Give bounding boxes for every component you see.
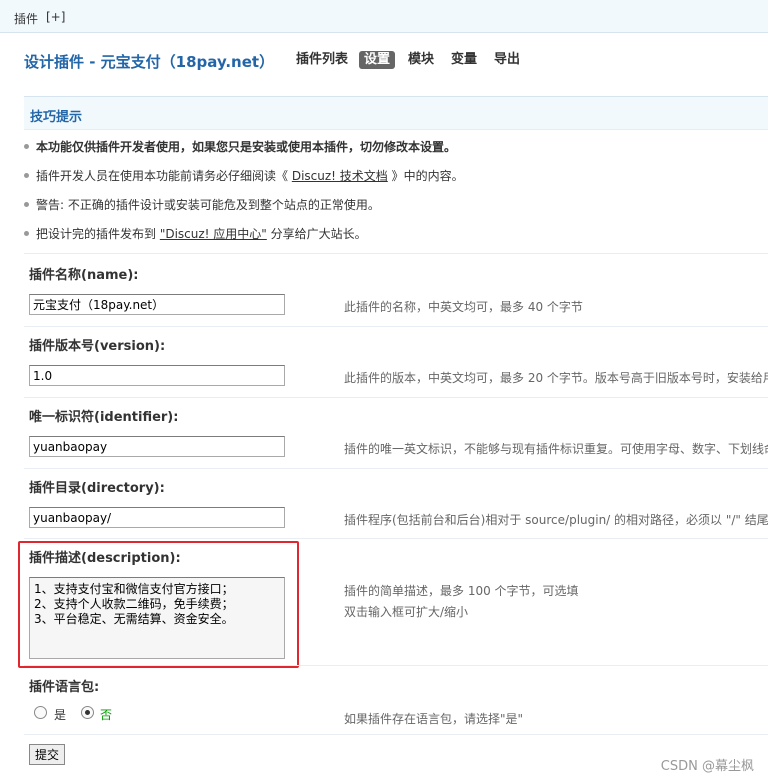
nav-plugin-list[interactable]: 插件列表 bbox=[296, 51, 348, 69]
app-center-link[interactable]: "Discuz! 应用中心" bbox=[160, 227, 267, 241]
langpack-no-radio[interactable] bbox=[81, 706, 94, 719]
tip-item-2: 插件开发人员在使用本功能前请务必仔细阅读《 Discuz! 技术文档 》中的内容… bbox=[24, 169, 464, 183]
nav-export[interactable]: 导出 bbox=[494, 51, 520, 69]
identifier-label: 唯一标识符(identifier): bbox=[29, 410, 179, 425]
directory-input[interactable] bbox=[29, 507, 285, 528]
identifier-hint: 插件的唯一英文标识，不能够与现有插件标识重复。可使用字母、数字、下划线命 bbox=[344, 442, 768, 456]
langpack-yes-radio[interactable] bbox=[34, 706, 47, 719]
langpack-no-label[interactable]: 否 bbox=[100, 706, 112, 723]
directory-hint: 插件程序(包括前台和后台)相对于 source/plugin/ 的相对路径，必须… bbox=[344, 513, 768, 527]
nav-settings[interactable]: 设置 bbox=[359, 51, 396, 69]
tip-item-3: 警告: 不正确的插件设计或安装可能危及到整个站点的正常使用。 bbox=[24, 198, 380, 212]
discuz-docs-link[interactable]: Discuz! 技术文档 bbox=[292, 169, 388, 183]
nav-variables[interactable]: 变量 bbox=[451, 51, 477, 69]
highlight-box bbox=[18, 541, 299, 668]
identifier-input[interactable] bbox=[29, 436, 285, 457]
page-title: 设计插件 - 元宝支付（18pay.net） bbox=[24, 53, 275, 71]
description-hint: 插件的简单描述，最多 100 个字节，可选填 bbox=[344, 584, 579, 598]
name-hint: 此插件的名称，中英文均可，最多 40 个字节 bbox=[344, 300, 583, 314]
directory-label: 插件目录(directory): bbox=[29, 481, 165, 496]
breadcrumb-plugins[interactable]: 插件 bbox=[14, 10, 38, 27]
version-input[interactable] bbox=[29, 365, 285, 386]
divider bbox=[24, 734, 768, 735]
description-resize-hint: 双击输入框可扩大/缩小 bbox=[344, 605, 469, 619]
add-plugin-link[interactable]: [+] bbox=[46, 10, 65, 24]
csdn-watermark: CSDN @幕尘枫 bbox=[660, 759, 754, 774]
divider bbox=[24, 253, 768, 254]
divider bbox=[24, 326, 768, 327]
langpack-hint: 如果插件存在语言包，请选择"是" bbox=[344, 712, 524, 726]
name-input[interactable] bbox=[29, 294, 285, 315]
divider bbox=[24, 538, 768, 539]
langpack-label: 插件语言包: bbox=[29, 680, 100, 695]
tip-item-1: 本功能仅供插件开发者使用，如果您只是安装或使用本插件，切勿修改本设置。 bbox=[23, 140, 457, 154]
name-label: 插件名称(name): bbox=[29, 268, 139, 283]
tips-header: 技巧提示 bbox=[24, 96, 768, 130]
submit-button[interactable]: 提交 bbox=[29, 744, 65, 765]
version-label: 插件版本号(version): bbox=[29, 339, 166, 354]
divider bbox=[24, 665, 768, 666]
tips-title: 技巧提示 bbox=[30, 110, 83, 125]
langpack-yes-label[interactable]: 是 bbox=[54, 706, 66, 723]
version-hint: 此插件的版本，中英文均可，最多 20 个字节。版本号高于旧版本号时，安装给用 bbox=[344, 371, 768, 385]
tip-item-4: 把设计完的插件发布到 "Discuz! 应用中心" 分享给广大站长。 bbox=[24, 227, 367, 241]
top-breadcrumb-bar: 插件 [+] bbox=[0, 0, 768, 33]
divider bbox=[24, 397, 768, 398]
divider bbox=[24, 468, 768, 469]
nav-modules[interactable]: 模块 bbox=[408, 51, 434, 69]
